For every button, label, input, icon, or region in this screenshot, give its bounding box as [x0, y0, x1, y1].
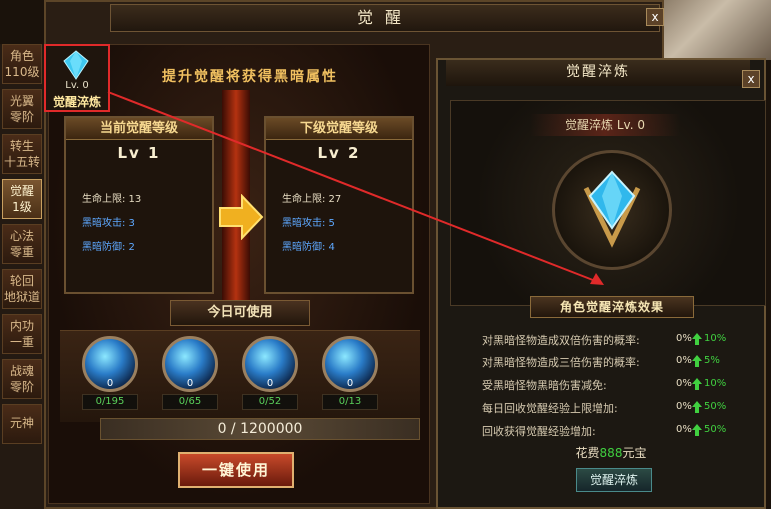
tab-samsara[interactable]: 轮回 地狱道 — [2, 269, 42, 309]
item-total: 0/195 — [82, 394, 138, 410]
tab-spirit[interactable]: 元神 — [2, 404, 42, 444]
close-button[interactable]: x — [646, 8, 664, 26]
effect-title: 角色觉醒淬炼效果 — [530, 296, 694, 318]
tab-label: 光翼 — [9, 94, 34, 108]
effect-increase: 50% — [704, 424, 727, 435]
tab-label: 战魂 — [9, 364, 34, 378]
cost-suffix: 元宝 — [622, 446, 647, 460]
cost-amount: 888 — [599, 446, 623, 460]
effect-value: 0% — [676, 378, 692, 389]
tab-label: 轮回 — [9, 274, 34, 288]
current-dark-defense: 黑暗防御: 2 — [82, 242, 135, 253]
item-total: 0/65 — [162, 394, 218, 410]
next-hp: 生命上限: 27 — [282, 194, 342, 205]
effect-increase: 10% — [704, 333, 727, 344]
arrow-up-icon — [692, 401, 702, 413]
tab-sublabel: 十五转 — [3, 155, 40, 169]
arrow-up-icon — [692, 333, 702, 345]
tab-label: 元神 — [9, 416, 34, 430]
temper-icon-label: 觉醒淬炼 — [52, 95, 101, 109]
next-dark-defense: 黑暗防御: 4 — [282, 242, 335, 253]
tab-sublabel: 零阶 — [9, 380, 34, 394]
arrow-up-icon — [692, 424, 702, 436]
effect-increase: 50% — [704, 401, 727, 412]
tab-war-soul[interactable]: 战魂 零阶 — [2, 359, 42, 399]
tab-label: 转生 — [9, 139, 34, 153]
current-level-header: 当前觉醒等级 — [66, 118, 212, 140]
effect-label: 对黑暗怪物造成三倍伤害的概率: — [482, 356, 640, 369]
effect-label: 回收获得觉醒经验增加: — [482, 425, 596, 438]
item-count: 0 — [266, 378, 274, 389]
tab-character[interactable]: 角色 110级 — [2, 44, 42, 84]
tab-label: 觉醒 — [9, 184, 34, 198]
arrow-right-icon — [219, 194, 264, 240]
tab-rebirth[interactable]: 转生 十五转 — [2, 134, 42, 174]
one-key-use-button[interactable]: 一键使用 — [178, 452, 294, 488]
current-dark-attack: 黑暗攻击: 3 — [82, 218, 135, 229]
effect-label: 每日回收觉醒经验上限增加: — [482, 402, 618, 415]
effect-value: 0% — [676, 424, 692, 435]
item-count: 0 — [346, 378, 354, 389]
tab-sublabel: 零阶 — [9, 110, 34, 124]
side-tabs: 角色 110级 光翼零阶 转生十五转 觉醒 1级 心法零重 轮回地狱道 内功一重 战… — [0, 44, 44, 509]
current-hp: 生命上限: 13 — [82, 194, 142, 205]
effect-label: 对黑暗怪物造成双倍伤害的概率: — [482, 334, 640, 347]
crystal-emblem-icon — [583, 170, 641, 248]
today-usable-label: 今日可使用 — [170, 300, 310, 326]
tab-label: 角色 — [9, 49, 34, 63]
temper-icon-level: Lv. 0 — [65, 80, 89, 91]
next-level-panel: 下级觉醒等级 Lv 2 生命上限: 27 黑暗攻击: 5 黑暗防御: 4 — [264, 116, 414, 294]
temper-button[interactable]: 觉醒淬炼 — [576, 468, 652, 492]
window-title: 觉醒 — [110, 4, 660, 32]
tab-label: 心法 — [9, 229, 34, 243]
temper-name-level: 觉醒淬炼 Lv. 0 — [530, 114, 680, 136]
exp-progress: 0 / 1200000 — [100, 418, 420, 440]
item-total: 0/52 — [242, 394, 298, 410]
tab-label: 内功 — [9, 319, 34, 333]
effect-label: 受黑暗怪物黑暗伤害减免: — [482, 379, 607, 392]
arrow-up-icon — [692, 378, 702, 390]
tab-sublabel: 地狱道 — [3, 290, 40, 304]
effect-increase: 10% — [704, 378, 727, 389]
effect-value: 0% — [676, 355, 692, 366]
arrow-up-icon — [692, 355, 702, 367]
current-level-panel: 当前觉醒等级 Lv 1 生命上限: 13 黑暗攻击: 3 黑暗防御: 2 — [64, 116, 214, 294]
tab-awaken[interactable]: 觉醒 1级 — [2, 179, 42, 219]
dialog-title: 觉醒淬炼 — [446, 60, 750, 86]
next-level-value: Lv 2 — [317, 144, 361, 162]
effect-increase: 5% — [704, 355, 720, 366]
effect-value: 0% — [676, 401, 692, 412]
tab-wings[interactable]: 光翼 零阶 — [2, 89, 42, 129]
dialog-close-button[interactable]: x — [742, 70, 760, 88]
tab-sublabel: 1级 — [12, 200, 32, 214]
next-dark-attack: 黑暗攻击: 5 — [282, 218, 335, 229]
tab-sublabel: 零重 — [9, 245, 34, 259]
tab-inner-power[interactable]: 内功 一重 — [2, 314, 42, 354]
next-level-header: 下级觉醒等级 — [266, 118, 412, 140]
headline: 提升觉醒将获得黑暗属性 — [162, 69, 338, 85]
tab-mind[interactable]: 心法 零重 — [2, 224, 42, 264]
tab-sublabel: 110级 — [4, 65, 40, 79]
crystal-icon — [63, 50, 89, 80]
cost-text: 花费888元宝 — [556, 444, 666, 461]
background-scenery — [660, 0, 771, 60]
item-count: 0 — [186, 378, 194, 389]
item-count: 0 — [106, 378, 114, 389]
cost-prefix: 花费 — [575, 446, 600, 460]
item-total: 0/13 — [322, 394, 378, 410]
effect-value: 0% — [676, 333, 692, 344]
current-level-value: Lv 1 — [117, 144, 161, 162]
tab-sublabel: 一重 — [9, 335, 34, 349]
